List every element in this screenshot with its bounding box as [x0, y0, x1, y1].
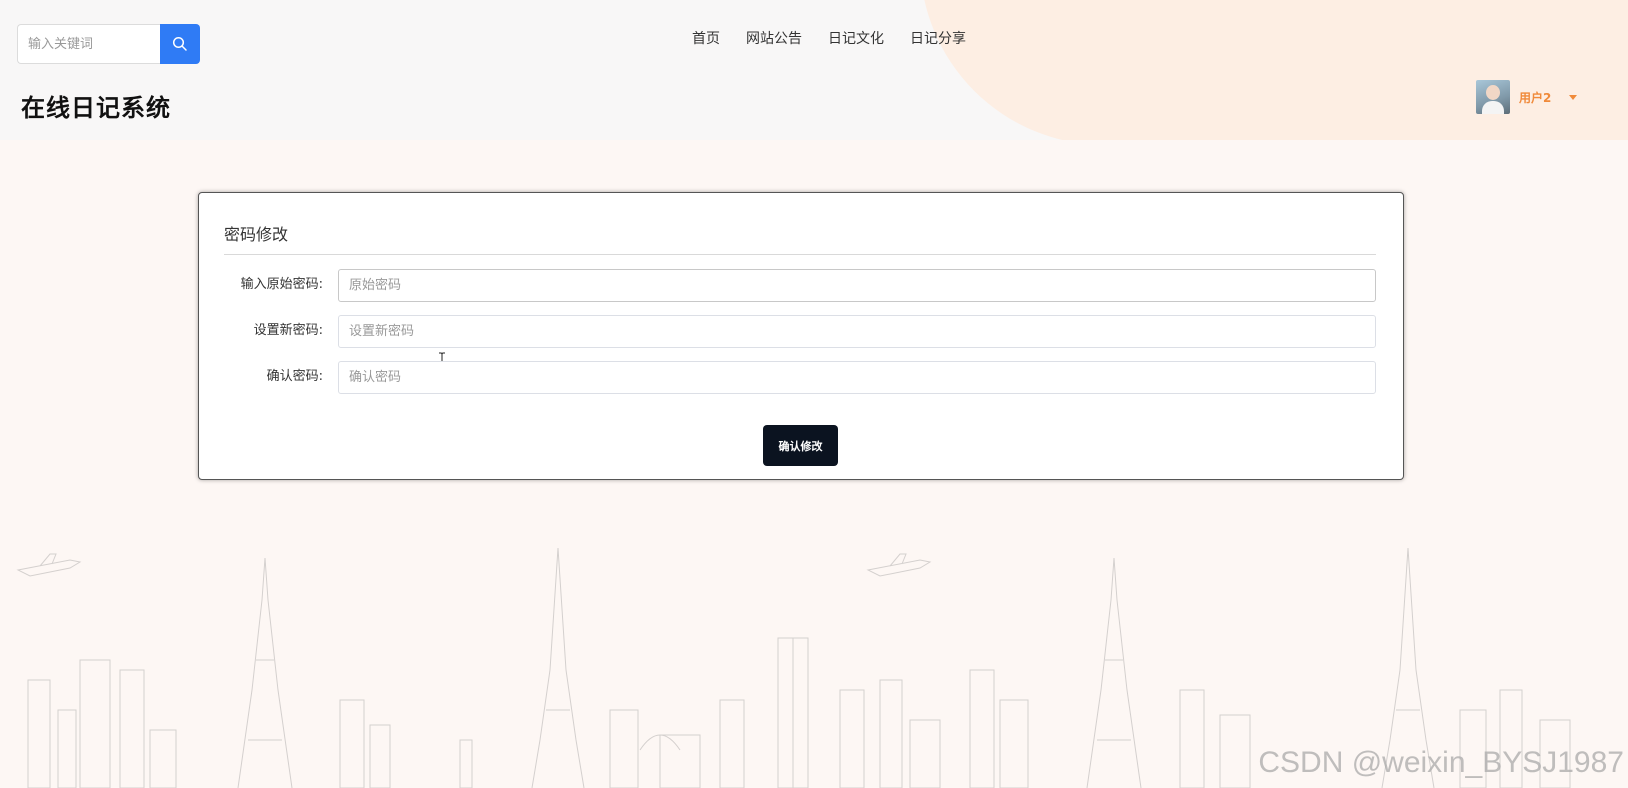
old-password-input[interactable] — [338, 269, 1376, 302]
form-row-old-password: 输入原始密码: — [199, 269, 1405, 368]
avatar — [1476, 80, 1510, 114]
confirm-password-label: 确认密码: — [266, 369, 323, 384]
password-change-card: 密码修改 输入原始密码: 设置新密码: 确认密码: 确认修改 — [198, 192, 1404, 480]
form-row-confirm-password: 确认密码: — [199, 361, 1405, 395]
site-title: 在线日记系统 — [21, 94, 171, 122]
new-password-label: 设置新密码: — [253, 323, 323, 338]
card-title: 密码修改 — [224, 225, 289, 244]
nav-item-diary-share[interactable]: 日记分享 — [910, 28, 966, 48]
nav-item-diary-culture[interactable]: 日记文化 — [828, 28, 884, 48]
old-password-label: 输入原始密码: — [240, 277, 323, 292]
confirm-change-button[interactable]: 确认修改 — [763, 425, 838, 466]
nav-item-announcements[interactable]: 网站公告 — [746, 28, 802, 48]
header-decoration — [920, 0, 1628, 140]
form-row-new-password: 设置新密码: — [199, 315, 1405, 349]
user-menu[interactable]: 用户2 — [1476, 80, 1578, 114]
divider — [224, 254, 1376, 255]
watermark: CSDN @weixin_BYSJ1987 — [1258, 746, 1624, 779]
user-name: 用户2 — [1519, 90, 1552, 105]
search-icon — [172, 36, 187, 51]
search-button[interactable] — [160, 24, 200, 64]
confirm-password-input[interactable] — [338, 361, 1376, 394]
nav-item-home[interactable]: 首页 — [692, 28, 720, 48]
search-input[interactable] — [17, 24, 160, 64]
new-password-input[interactable] — [338, 315, 1376, 348]
main-nav: 首页 网站公告 日记文化 日记分享 — [692, 28, 966, 48]
search-bar — [17, 24, 200, 64]
header: 首页 网站公告 日记文化 日记分享 在线日记系统 用户2 — [0, 0, 1628, 140]
caret-down-icon — [1569, 94, 1578, 100]
